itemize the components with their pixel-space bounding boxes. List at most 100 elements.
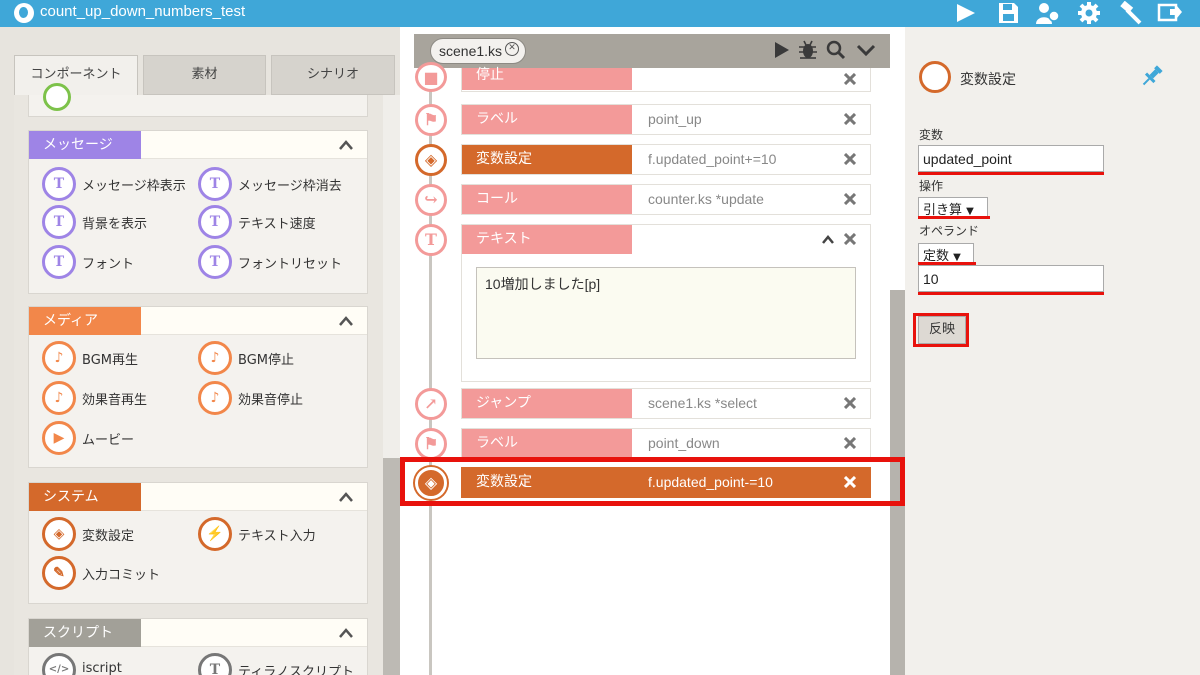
- text-icon: T: [415, 224, 447, 256]
- category-label: メディア: [29, 307, 141, 335]
- title-bar: count_up_down_numbers_test: [0, 0, 1200, 27]
- se-stop-icon: ♪: [198, 381, 232, 415]
- command-label: 効果音再生: [82, 393, 148, 408]
- row-command-param: counter.ks *update: [648, 191, 764, 207]
- delete-icon[interactable]: [844, 153, 856, 165]
- highlight-underline: [918, 216, 990, 219]
- row-command-name: 変数設定: [462, 145, 632, 174]
- bgm-play-icon: ♪: [42, 341, 76, 375]
- category-header[interactable]: メッセージ: [29, 131, 367, 159]
- gear-icon[interactable]: [1076, 1, 1102, 25]
- delete-icon[interactable]: [844, 113, 856, 125]
- row-command-name: ラベル: [462, 429, 632, 458]
- category-header[interactable]: システム: [29, 483, 367, 511]
- command-label: メッセージ枠表示: [82, 179, 186, 194]
- text-speed-icon: T: [198, 205, 232, 239]
- operand-value-field[interactable]: [918, 265, 1104, 292]
- font-reset-icon: T: [198, 245, 232, 279]
- delete-icon[interactable]: [844, 233, 856, 245]
- timeline-row-variable[interactable]: 変数設定 f.updated_point+=10: [461, 144, 871, 175]
- selection-highlight-frame: [400, 457, 905, 506]
- collapse-icon[interactable]: [822, 235, 834, 245]
- movie-icon: ▶: [42, 421, 76, 455]
- chevron-down-icon[interactable]: [856, 40, 876, 60]
- category-script: スクリプト </> iscript T ティラノスクリプト: [28, 618, 368, 675]
- commit-icon: ✎: [42, 556, 76, 590]
- property-panel: [905, 27, 1200, 675]
- background-icon: T: [42, 205, 76, 239]
- flag-icon: ⚑: [415, 428, 447, 460]
- command-label: フォントリセット: [238, 257, 343, 272]
- chevron-up-icon[interactable]: [339, 139, 353, 151]
- bug-icon[interactable]: [798, 40, 818, 60]
- variable-field[interactable]: [918, 145, 1104, 172]
- tab-assets[interactable]: 素材: [143, 55, 266, 95]
- category-system: システム ◈ 変数設定 ⚡ テキスト入力 ✎ 入力コミット: [28, 482, 368, 604]
- command-label: 背景を表示: [82, 217, 148, 232]
- se-play-icon: ♪: [42, 381, 76, 415]
- operand-type-select[interactable]: 定数 ▼: [918, 243, 974, 264]
- pin-icon[interactable]: [1140, 64, 1164, 88]
- command-label: 変数設定: [82, 529, 135, 544]
- play-icon[interactable]: [772, 40, 792, 60]
- stop-icon: ■: [415, 62, 447, 92]
- timeline-row-call[interactable]: コール counter.ks *update: [461, 184, 871, 215]
- delete-icon[interactable]: [844, 73, 856, 85]
- row-command-name: ラベル: [462, 105, 632, 134]
- category-media: メディア ♪ BGM再生 ♪ BGM停止 ♪ 効果音再生 ♪ 効果音停止 ▶ ムービー: [28, 306, 368, 468]
- category-message: メッセージ T メッセージ枠表示 T メッセージ枠消去 T 背景を表示 T テキスト速度…: [28, 130, 368, 294]
- code-icon: </>: [42, 653, 76, 675]
- command-label: フォント: [82, 257, 135, 272]
- hidden-command-icon[interactable]: [43, 83, 71, 111]
- close-tab-icon[interactable]: ✕: [505, 42, 519, 56]
- left-scrollbar-thumb[interactable]: [383, 458, 400, 675]
- jump-icon: ↗: [415, 388, 447, 420]
- highlight-underline: [918, 292, 1104, 295]
- command-label: 効果音停止: [238, 393, 304, 408]
- font-icon: T: [42, 245, 76, 279]
- category-header[interactable]: スクリプト: [29, 619, 367, 647]
- timeline-row-jump[interactable]: ジャンプ scene1.ks *select: [461, 388, 871, 419]
- operand-label: オペランド: [919, 224, 980, 238]
- export-icon[interactable]: [1157, 1, 1183, 25]
- timeline-row-stop[interactable]: 停止: [461, 68, 871, 92]
- bgm-stop-icon: ♪: [198, 341, 232, 375]
- category-label: システム: [29, 483, 141, 511]
- chevron-up-icon[interactable]: [339, 491, 353, 503]
- app-logo-icon: [14, 3, 34, 23]
- command-label: BGM再生: [82, 353, 138, 368]
- category-label: スクリプト: [29, 619, 141, 647]
- command-label: テキスト入力: [238, 529, 316, 544]
- operation-label: 操作: [919, 179, 944, 193]
- row-command-param: scene1.ks *select: [648, 395, 757, 411]
- property-title: 変数設定: [960, 72, 1016, 88]
- timeline-row-label[interactable]: ラベル point_up: [461, 104, 871, 135]
- delete-icon[interactable]: [844, 437, 856, 449]
- row-command-name: 停止: [462, 68, 632, 90]
- chevron-up-icon[interactable]: [339, 315, 353, 327]
- tab-scenario[interactable]: シナリオ: [271, 55, 395, 95]
- tyrano-script-icon: T: [198, 653, 232, 675]
- search-icon[interactable]: [826, 40, 846, 60]
- lightning-icon: ⚡: [198, 517, 232, 551]
- play-icon[interactable]: [952, 1, 978, 25]
- command-label: テキスト速度: [238, 217, 316, 232]
- message-hide-icon: T: [198, 167, 232, 201]
- hammer-icon[interactable]: [1117, 1, 1143, 25]
- delete-icon[interactable]: [844, 193, 856, 205]
- tab-components[interactable]: コンポーネント: [14, 55, 138, 95]
- operation-select[interactable]: 引き算 ▼: [918, 197, 988, 218]
- variable-icon: ◈: [42, 517, 76, 551]
- flag-icon: ⚑: [415, 104, 447, 136]
- timeline-row-label[interactable]: ラベル point_down: [461, 428, 871, 459]
- row-command-param: point_up: [648, 111, 702, 127]
- text-content-field[interactable]: 10増加しました[p]: [476, 267, 856, 359]
- save-icon[interactable]: [995, 1, 1021, 25]
- row-command-name: コール: [462, 185, 632, 214]
- command-label: ムービー: [82, 433, 135, 448]
- delete-icon[interactable]: [844, 397, 856, 409]
- users-icon[interactable]: [1035, 1, 1061, 25]
- category-header[interactable]: メディア: [29, 307, 367, 335]
- chevron-up-icon[interactable]: [339, 627, 353, 639]
- category-label: メッセージ: [29, 131, 141, 159]
